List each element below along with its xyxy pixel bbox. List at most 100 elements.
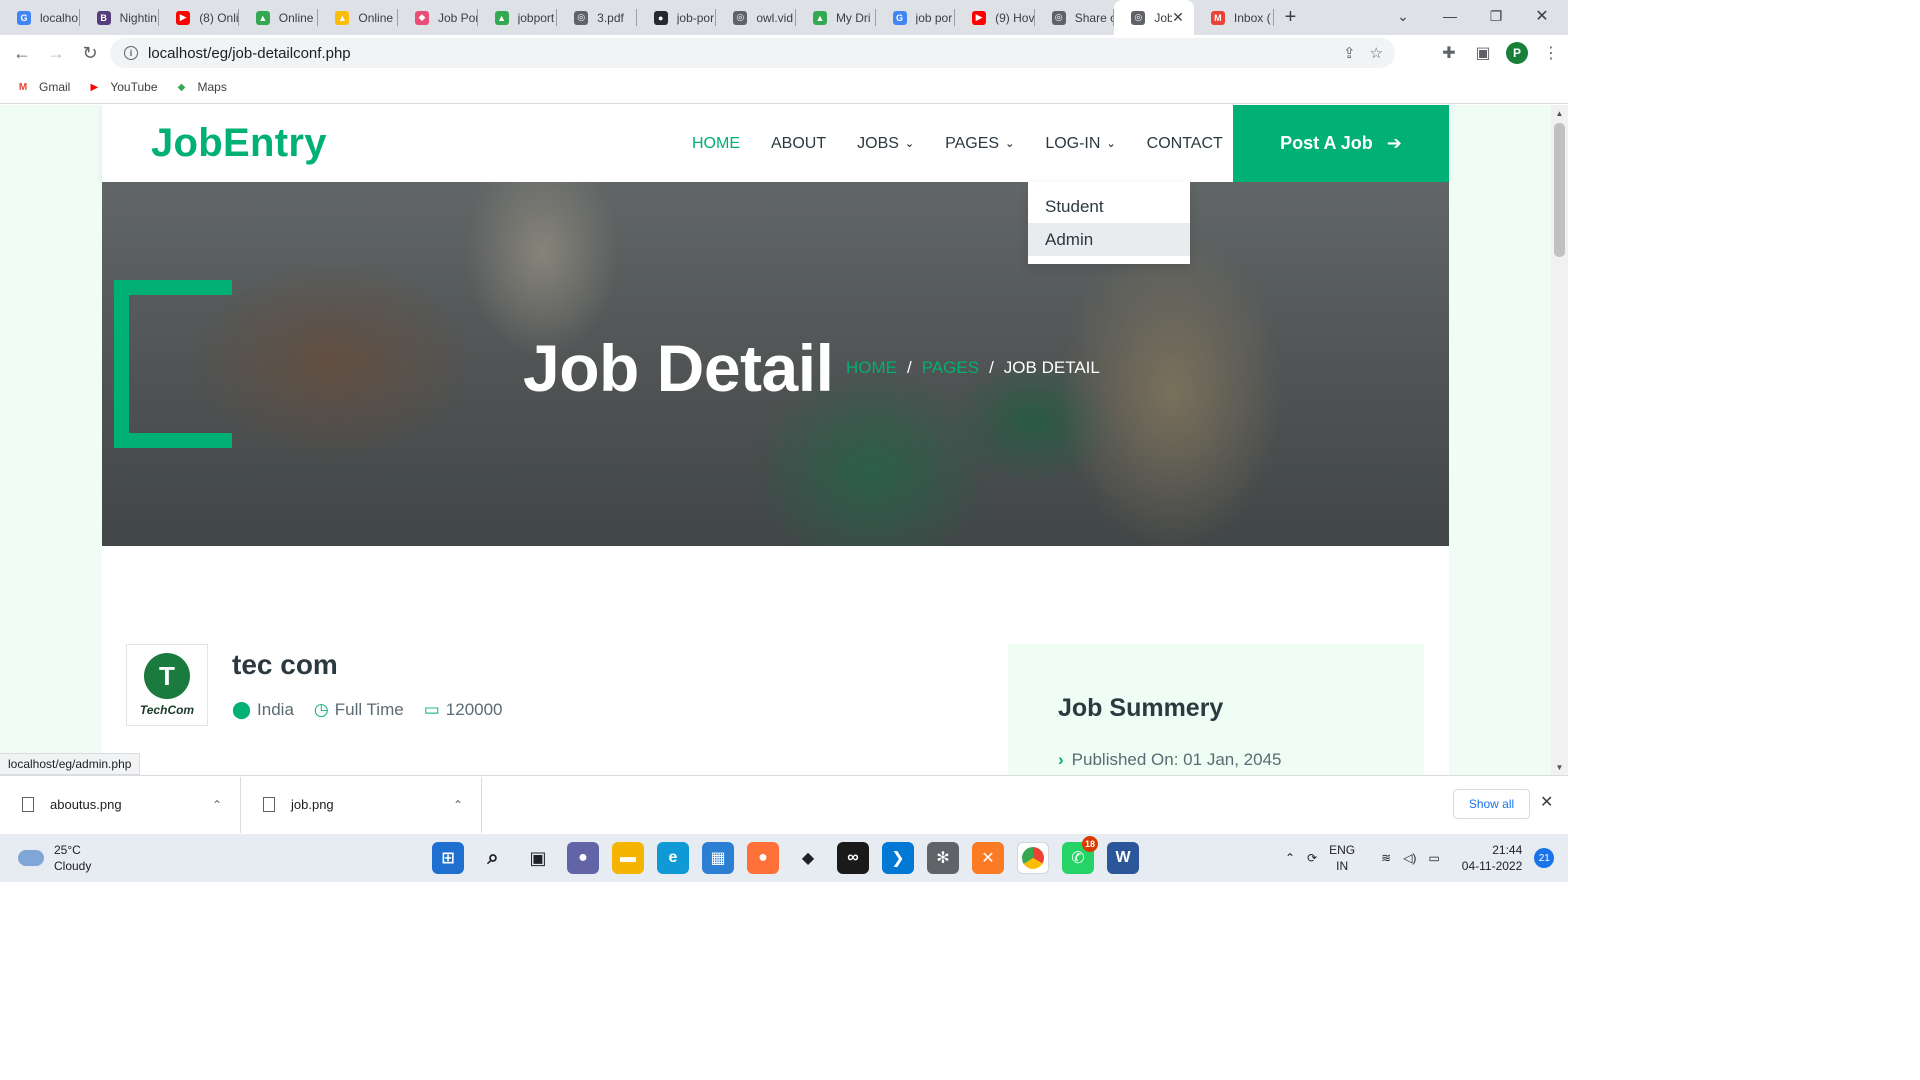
brand-logo[interactable]: JobEntry	[151, 121, 327, 166]
nav-about[interactable]: ABOUT	[771, 135, 826, 153]
nav-home[interactable]: HOME	[692, 135, 740, 153]
chrome-icon[interactable]	[1017, 842, 1049, 874]
weather-condition: Cloudy	[54, 859, 92, 873]
browser-tab[interactable]: ▲ Online	[239, 0, 319, 35]
post-job-label: Post A Job	[1280, 133, 1373, 153]
chevron-up-icon[interactable]: ⌃	[212, 798, 222, 812]
close-window-button[interactable]: ✕	[1519, 0, 1565, 32]
dropdown-item-student[interactable]: Student	[1028, 190, 1190, 223]
creative-cloud-icon[interactable]: ∞	[837, 842, 869, 874]
show-all-button[interactable]: Show all	[1453, 789, 1530, 819]
browser-tab[interactable]: ◎ 3.pdf	[557, 0, 637, 35]
xampp-icon[interactable]: ✕	[972, 842, 1004, 874]
store-icon[interactable]: ▦	[702, 842, 734, 874]
browser-tab[interactable]: ▶ (9) Hov	[955, 0, 1035, 35]
money-icon: ▭	[423, 700, 440, 719]
search-icon[interactable]: ⌕	[477, 842, 509, 874]
breadcrumb: HOME / PAGES / JOB DETAIL	[846, 358, 1100, 378]
site-info-icon[interactable]: i	[124, 46, 138, 60]
browser-tab[interactable]: ◎ Job ✕	[1114, 0, 1194, 35]
bookmark-maps[interactable]: ◆ Maps	[174, 80, 227, 94]
extensions-icon[interactable]: ✚	[1432, 43, 1466, 63]
dropbox-icon[interactable]: ◆	[792, 842, 824, 874]
nav-jobs[interactable]: JOBS ⌄	[857, 135, 914, 153]
file-explorer-icon[interactable]: ▬	[612, 842, 644, 874]
profile-avatar[interactable]: P	[1500, 42, 1534, 64]
tab-strip: Glocalho B Nightin ▶ (8) Onli ▲ Online ▲ Online ◆…	[0, 0, 1568, 35]
nav-pages[interactable]: PAGES ⌄	[945, 135, 1014, 153]
nav-login[interactable]: LOG-IN ⌄	[1045, 135, 1115, 153]
tab-title: My Dri	[835, 10, 871, 25]
share-icon[interactable]: ⇪	[1343, 44, 1356, 62]
chevron-right-icon: ›	[1058, 750, 1064, 769]
breadcrumb-pages[interactable]: PAGES	[922, 358, 979, 378]
download-item[interactable]: aboutus.png ⌃	[0, 776, 241, 833]
minimize-button[interactable]: —	[1427, 0, 1473, 32]
breadcrumb-separator: /	[989, 358, 994, 377]
firefox-icon[interactable]: ●	[747, 842, 779, 874]
close-downloads-icon[interactable]: ✕	[1540, 792, 1553, 812]
menu-icon[interactable]: ⋮	[1534, 43, 1568, 63]
browser-tab[interactable]: ● job-por	[637, 0, 717, 35]
weather-widget[interactable]: 25°C Cloudy	[18, 842, 91, 874]
browser-tab[interactable]: ▲ jobport	[478, 0, 558, 35]
reload-button[interactable]: ↻	[73, 36, 107, 70]
breadcrumb-separator: /	[907, 358, 912, 377]
browser-tab[interactable]: B Nightin	[80, 0, 160, 35]
browser-tab[interactable]: ▲ Online	[318, 0, 398, 35]
nav-contact[interactable]: CONTACT	[1147, 135, 1223, 153]
windows-start-icon[interactable]: ⊞	[432, 842, 464, 874]
scroll-down-icon[interactable]: ▼	[1551, 759, 1568, 775]
page-scrollbar[interactable]: ▲ ▼	[1551, 105, 1568, 775]
side-panel-icon[interactable]: ▣	[1466, 43, 1500, 63]
volume-icon[interactable]: ◁)	[1403, 851, 1416, 865]
decorative-bracket	[114, 280, 232, 448]
browser-tab[interactable]: ◆ Job Por	[398, 0, 478, 35]
bookmark-star-icon[interactable]: ☆	[1370, 44, 1383, 62]
url-text[interactable]: localhost/eg/job-detailconf.php	[148, 45, 351, 62]
word-icon[interactable]: W	[1107, 842, 1139, 874]
notification-badge[interactable]: 21	[1534, 848, 1555, 868]
scrollbar-thumb[interactable]	[1554, 123, 1565, 257]
clock[interactable]: 21:44 04-11-2022	[1462, 842, 1523, 874]
chevron-up-icon[interactable]: ⌃	[1285, 851, 1295, 865]
chevron-up-icon[interactable]: ⌃	[453, 798, 463, 812]
cube-icon: ◆	[414, 10, 429, 25]
close-tab-icon[interactable]: ✕	[1172, 9, 1184, 26]
forward-button[interactable]: →	[39, 36, 73, 70]
vscode-icon[interactable]: ❯	[882, 842, 914, 874]
profile-initial: P	[1506, 42, 1528, 64]
browser-tab[interactable]: M Inbox (	[1194, 0, 1274, 35]
drive-icon: ▲	[494, 10, 509, 25]
dropdown-item-admin[interactable]: Admin	[1028, 223, 1190, 256]
browser-tab[interactable]: ◎ owl.vid	[716, 0, 796, 35]
back-button[interactable]: ←	[5, 36, 39, 70]
maximize-button[interactable]: ❐	[1473, 0, 1519, 32]
browser-tab[interactable]: ◎ Share c	[1035, 0, 1114, 35]
browser-tab[interactable]: ▶ (8) Onli	[159, 0, 239, 35]
tab-search-icon[interactable]: ⌄	[1380, 0, 1426, 32]
teams-chat-icon[interactable]: ●	[567, 842, 599, 874]
task-view-icon[interactable]: ▣	[522, 842, 554, 874]
breadcrumb-home[interactable]: HOME	[846, 358, 897, 378]
browser-tab[interactable]: ▲ My Dri	[796, 0, 876, 35]
bookmark-youtube[interactable]: ▶ YouTube	[86, 80, 157, 94]
whatsapp-icon[interactable]: ✆ 18	[1062, 836, 1098, 874]
bookmark-gmail[interactable]: M Gmail	[15, 80, 71, 94]
browser-tab[interactable]: Glocalho	[0, 0, 80, 35]
browser-tab[interactable]: Gjob por	[876, 0, 956, 35]
edge-icon[interactable]: e	[657, 842, 689, 874]
scroll-up-icon[interactable]: ▲	[1551, 105, 1568, 121]
address-bar[interactable]: i localhost/eg/job-detailconf.php ⇪ ☆	[110, 38, 1395, 68]
wifi-icon[interactable]: ≋	[1381, 851, 1391, 865]
post-job-button[interactable]: Post A Job ➔	[1233, 105, 1449, 182]
whatsapp-badge: 18	[1082, 836, 1098, 852]
download-item[interactable]: job.png ⌃	[241, 776, 482, 833]
logo-text: TechCom	[139, 703, 195, 717]
clock-date: 04-11-2022	[1461, 859, 1523, 873]
battery-icon[interactable]: ▭	[1428, 851, 1439, 865]
sync-icon[interactable]: ⟳	[1307, 851, 1317, 865]
language-indicator[interactable]: ENG IN	[1329, 842, 1355, 874]
settings-gear-icon[interactable]: ✻	[927, 842, 959, 874]
new-tab-button[interactable]: +	[1276, 3, 1306, 33]
